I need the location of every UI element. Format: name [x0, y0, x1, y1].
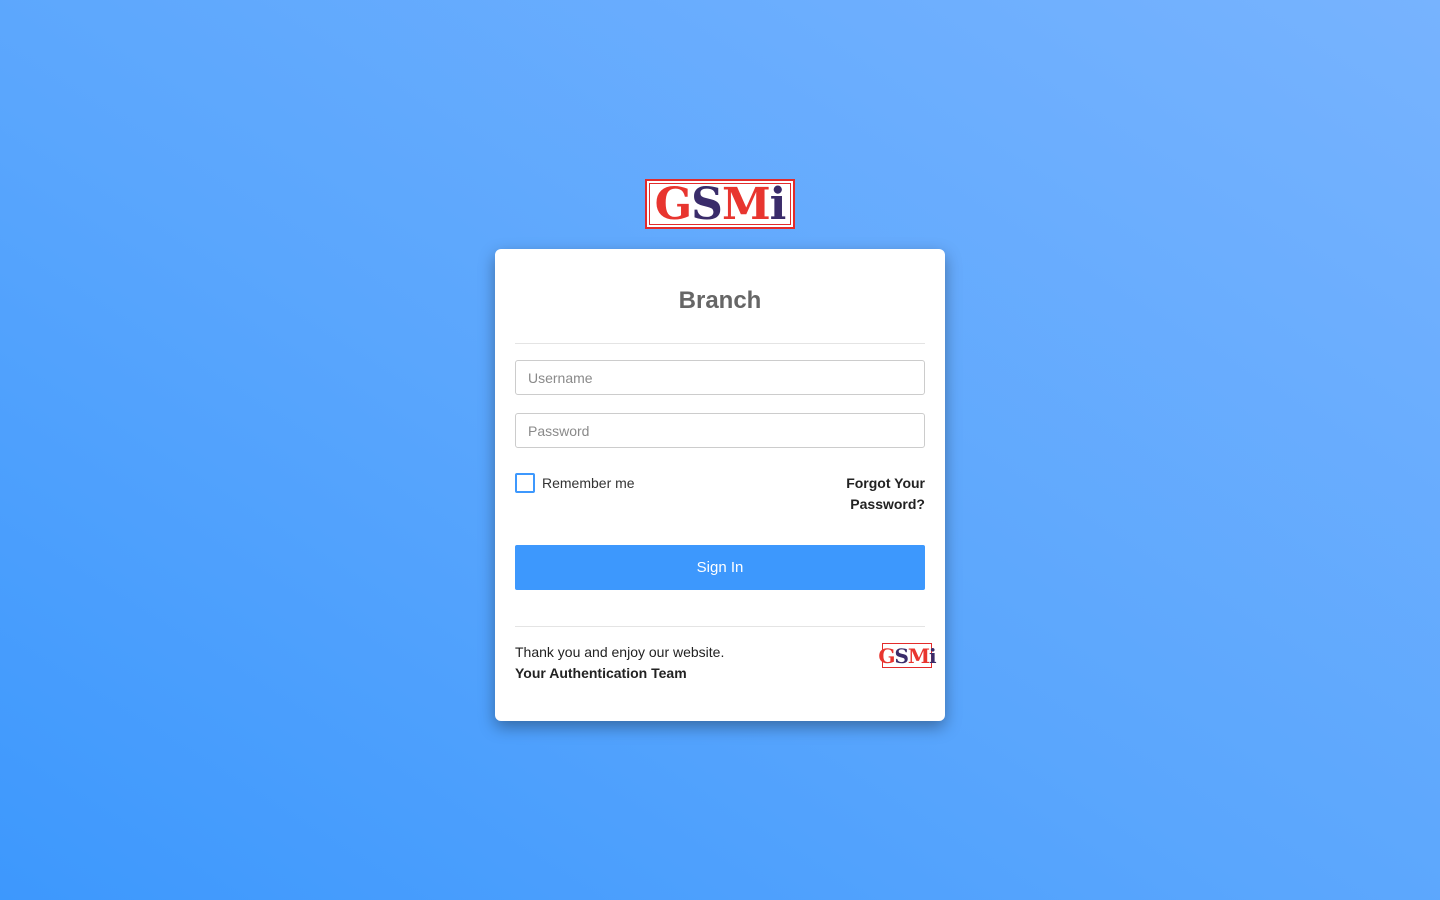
small-logo-letter-g: G [878, 643, 895, 668]
sign-in-button[interactable]: Sign In [515, 545, 925, 590]
title-divider [515, 343, 925, 344]
logo-letter-s: S [691, 179, 723, 230]
logo-letters: GSMi [655, 183, 787, 227]
page-title: Branch [678, 287, 762, 314]
footer-team: Your Authentication Team [515, 665, 687, 681]
logo-letter-m: M [721, 179, 771, 230]
gsmi-logo-small: GSMi [878, 643, 937, 668]
small-logo-letter-i: i [929, 643, 937, 668]
forgot-password-link[interactable]: Forgot Your Password? [825, 473, 925, 515]
footer-message: Thank you and enjoy our website. Your Au… [515, 642, 724, 684]
username-input[interactable] [515, 360, 925, 395]
password-input[interactable] [515, 413, 925, 448]
small-logo-letter-s: S [894, 643, 908, 668]
logo-letter-g: G [654, 179, 693, 230]
remember-me-label: Remember me [542, 475, 635, 491]
remember-me-checkbox[interactable] [515, 473, 535, 493]
remember-me[interactable]: Remember me [515, 473, 635, 493]
gsmi-logo: GSMi [645, 179, 795, 229]
footer-divider [515, 626, 925, 627]
footer-thanks: Thank you and enjoy our website. [515, 644, 725, 660]
logo-letter-i: i [769, 179, 787, 230]
small-logo-letter-m: M [907, 643, 930, 668]
login-card: Branch Remember me Forgot Your Password?… [495, 249, 945, 721]
